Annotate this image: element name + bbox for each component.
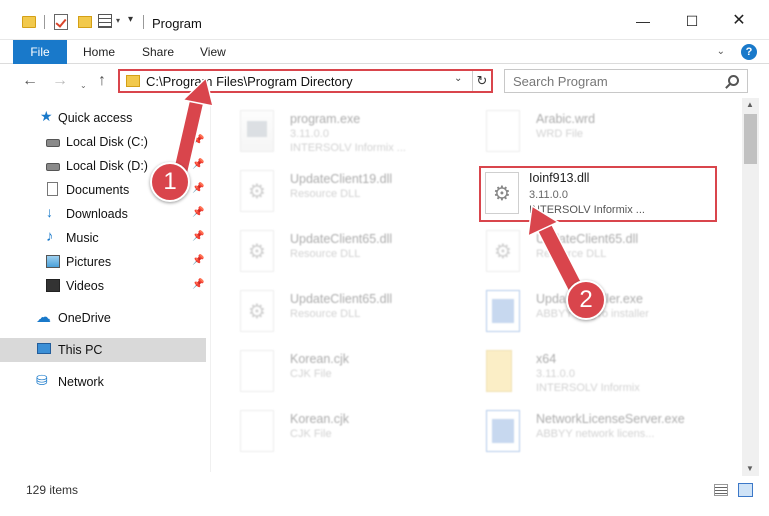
step-1-badge: 1 [150, 162, 190, 202]
annotation-arrows [170, 76, 586, 302]
arrow-1-head [181, 76, 215, 107]
step-2-badge: 2 [566, 280, 606, 320]
